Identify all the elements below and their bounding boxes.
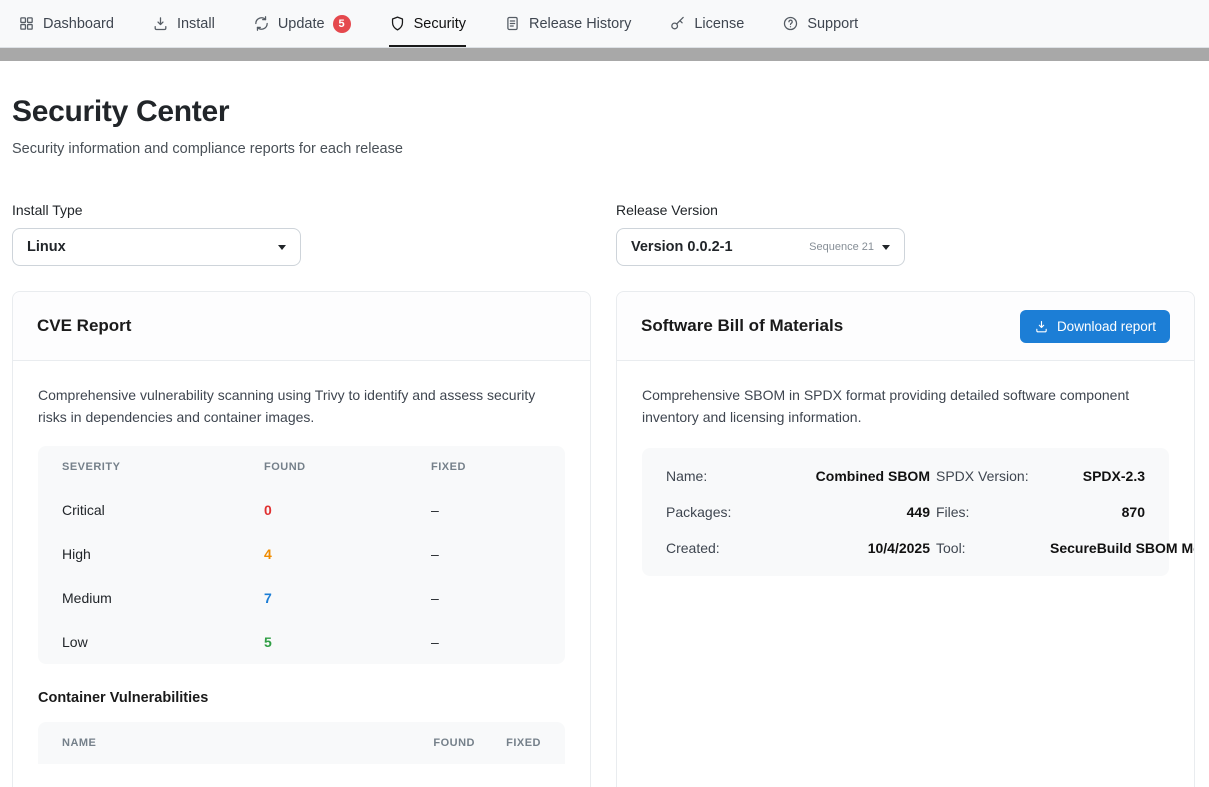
top-navigation: Dashboard Install Update 5 Security Rele…: [0, 0, 1209, 48]
col-fixed: Fixed: [431, 461, 541, 473]
release-version-filter: Release Version Version 0.0.2-1 Sequence…: [616, 202, 1195, 266]
nav-item-support[interactable]: Support: [782, 0, 858, 47]
col-fixed: Fixed: [475, 737, 541, 749]
container-vulnerabilities-table: Name Found Fixed: [38, 722, 565, 764]
chevron-down-icon: [882, 245, 890, 250]
nav-label-license: License: [694, 16, 744, 32]
update-icon: [253, 15, 270, 32]
cards-row: CVE Report Comprehensive vulnerability s…: [12, 291, 1195, 787]
sbom-details-grid: Name: Combined SBOM SPDX Version: SPDX-2…: [642, 448, 1169, 576]
sbom-card: Software Bill of Materials Download repo…: [616, 291, 1195, 787]
col-severity: Severity: [62, 461, 264, 473]
page-title: Security Center: [12, 95, 1195, 129]
sbom-field-value: SPDX-2.3: [1050, 468, 1145, 484]
sbom-title: Software Bill of Materials: [641, 316, 843, 336]
banner-strip: [0, 48, 1209, 61]
severity-label: Medium: [62, 590, 264, 606]
severity-label: Critical: [62, 502, 264, 518]
sbom-field-label: Name:: [666, 468, 754, 484]
cve-report-description: Comprehensive vulnerability scanning usi…: [38, 385, 565, 428]
nav-item-install[interactable]: Install: [152, 0, 215, 47]
sbom-field-label: Tool:: [936, 540, 1044, 556]
release-history-icon: [504, 15, 521, 32]
found-count: 5: [264, 634, 431, 650]
sbom-header: Software Bill of Materials Download repo…: [617, 292, 1194, 361]
table-row: High 4 –: [38, 532, 565, 576]
container-table-header: Name Found Fixed: [38, 722, 565, 764]
cve-report-header: CVE Report: [13, 292, 590, 361]
severity-table-header: Severity Found Fixed: [38, 446, 565, 488]
release-version-value: Version 0.0.2-1: [631, 239, 733, 255]
nav-label-install: Install: [177, 16, 215, 32]
container-vulnerabilities-title: Container Vulnerabilities: [38, 690, 565, 706]
download-icon: [1034, 319, 1049, 334]
nav-item-update[interactable]: Update 5: [253, 0, 351, 47]
nav-label-dashboard: Dashboard: [43, 16, 114, 32]
release-version-select[interactable]: Version 0.0.2-1 Sequence 21: [616, 228, 905, 266]
nav-item-license[interactable]: License: [669, 0, 744, 47]
nav-item-release-history[interactable]: Release History: [504, 0, 631, 47]
sbom-field-label: Packages:: [666, 504, 754, 520]
col-name: Name: [62, 737, 385, 749]
table-row: Medium 7 –: [38, 576, 565, 620]
install-icon: [152, 15, 169, 32]
support-icon: [782, 15, 799, 32]
fixed-count: –: [431, 634, 541, 650]
download-report-button[interactable]: Download report: [1020, 310, 1170, 343]
page-subtitle: Security information and compliance repo…: [12, 141, 1195, 157]
found-count: 0: [264, 502, 431, 518]
severity-table: Severity Found Fixed Critical 0 – High 4…: [38, 446, 565, 664]
sbom-field-value: 870: [1050, 504, 1145, 520]
fixed-count: –: [431, 546, 541, 562]
fixed-count: –: [431, 502, 541, 518]
fixed-count: –: [431, 590, 541, 606]
nav-item-dashboard[interactable]: Dashboard: [18, 0, 114, 47]
install-type-value: Linux: [27, 239, 66, 255]
install-type-filter: Install Type Linux: [12, 202, 591, 266]
sbom-field-label: Created:: [666, 540, 754, 556]
sbom-field-value: 10/4/2025: [760, 540, 930, 556]
found-count: 4: [264, 546, 431, 562]
install-type-select[interactable]: Linux: [12, 228, 301, 266]
download-report-label: Download report: [1057, 319, 1156, 334]
filters-row: Install Type Linux Release Version Versi…: [12, 202, 1195, 266]
dashboard-icon: [18, 15, 35, 32]
sbom-body: Comprehensive SBOM in SPDX format provid…: [617, 361, 1194, 600]
found-count: 7: [264, 590, 431, 606]
severity-label: Low: [62, 634, 264, 650]
sbom-row: Packages: 449 Files: 870: [666, 494, 1145, 530]
main-content: Security Center Security information and…: [0, 95, 1209, 787]
sequence-label: Sequence 21: [809, 241, 874, 253]
license-key-icon: [669, 15, 686, 32]
update-count-badge: 5: [333, 15, 351, 33]
nav-label-release-history: Release History: [529, 16, 631, 32]
col-found: Found: [264, 461, 431, 473]
cve-report-title: CVE Report: [37, 316, 131, 336]
col-found: Found: [385, 737, 475, 749]
nav-label-update: Update: [278, 16, 325, 32]
sbom-description: Comprehensive SBOM in SPDX format provid…: [642, 385, 1169, 428]
severity-label: High: [62, 546, 264, 562]
cve-report-body: Comprehensive vulnerability scanning usi…: [13, 361, 590, 787]
sbom-field-label: SPDX Version:: [936, 468, 1044, 484]
sbom-field-value: SecureBuild SBOM Merger: [1050, 540, 1195, 556]
table-row: Critical 0 –: [38, 488, 565, 532]
nav-label-security: Security: [414, 16, 466, 32]
sbom-field-value: 449: [760, 504, 930, 520]
sbom-row: Name: Combined SBOM SPDX Version: SPDX-2…: [666, 458, 1145, 494]
nav-item-security[interactable]: Security: [389, 0, 466, 47]
sbom-field-value: Combined SBOM: [760, 468, 930, 484]
release-version-label: Release Version: [616, 202, 1195, 218]
nav-label-support: Support: [807, 16, 858, 32]
sbom-field-label: Files:: [936, 504, 1044, 520]
table-row: Low 5 –: [38, 620, 565, 664]
install-type-label: Install Type: [12, 202, 591, 218]
security-shield-icon: [389, 15, 406, 32]
sbom-row: Created: 10/4/2025 Tool: SecureBuild SBO…: [666, 530, 1145, 566]
cve-report-card: CVE Report Comprehensive vulnerability s…: [12, 291, 591, 787]
chevron-down-icon: [278, 245, 286, 250]
